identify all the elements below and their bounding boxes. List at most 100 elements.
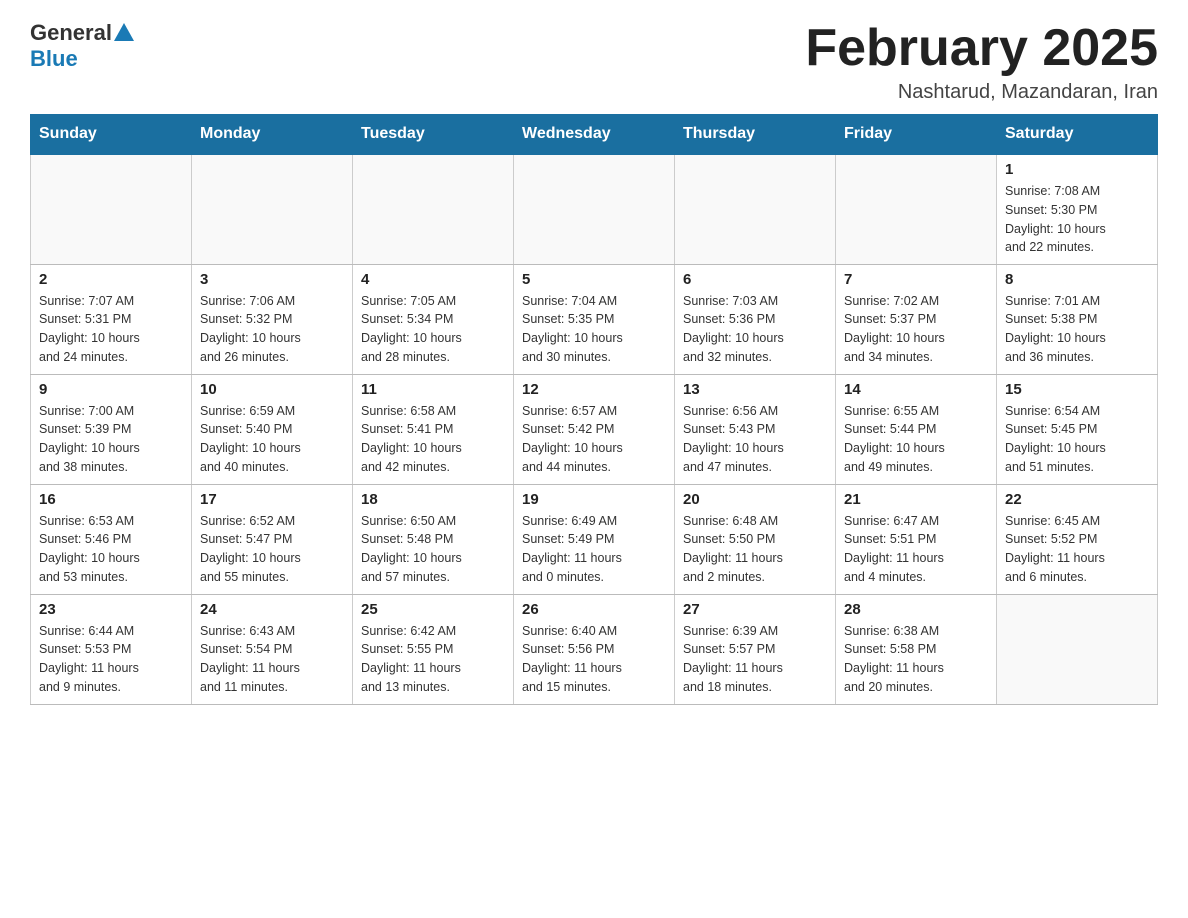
calendar-header-row: SundayMondayTuesdayWednesdayThursdayFrid… [31,115,1158,155]
day-info: Sunrise: 6:47 AM Sunset: 5:51 PM Dayligh… [844,512,988,587]
day-of-week-header: Friday [836,115,997,155]
day-number: 23 [39,601,183,618]
calendar-week-row: 2 Sunrise: 7:07 AM Sunset: 5:31 PM Daylig… [31,264,1158,374]
calendar-day-cell: 13Sunrise: 6:56 AM Sunset: 5:43 PM Dayli… [675,374,836,484]
day-number: 9 [39,381,183,398]
logo: General Blue [30,20,134,72]
month-title: February 2025 [805,20,1158,77]
calendar-day-cell [31,154,192,264]
day-number: 10 [200,381,344,398]
calendar-day-cell: 7 Sunrise: 7:02 AM Sunset: 5:37 PM Daylig… [836,264,997,374]
logo-triangle-icon [114,23,134,41]
calendar-table: SundayMondayTuesdayWednesdayThursdayFrid… [30,114,1158,705]
day-number: 22 [1005,491,1149,508]
calendar-day-cell: 3 Sunrise: 7:06 AM Sunset: 5:32 PM Daylig… [192,264,353,374]
day-number: 28 [844,601,988,618]
calendar-day-cell: 2 Sunrise: 7:07 AM Sunset: 5:31 PM Daylig… [31,264,192,374]
day-info: Sunrise: 6:42 AM Sunset: 5:55 PM Dayligh… [361,622,505,697]
day-info: Sunrise: 6:52 AM Sunset: 5:47 PM Dayligh… [200,512,344,587]
day-number: 2 [39,271,183,288]
day-of-week-header: Thursday [675,115,836,155]
day-number: 13 [683,381,827,398]
day-info: Sunrise: 6:43 AM Sunset: 5:54 PM Dayligh… [200,622,344,697]
calendar-day-cell [675,154,836,264]
day-number: 17 [200,491,344,508]
day-info: Sunrise: 6:39 AM Sunset: 5:57 PM Dayligh… [683,622,827,697]
calendar-day-cell: 25Sunrise: 6:42 AM Sunset: 5:55 PM Dayli… [353,594,514,704]
day-number: 4 [361,271,505,288]
day-info: Sunrise: 7:06 AM Sunset: 5:32 PM Dayligh… [200,292,344,367]
page-header: General Blue February 2025 Nashtarud, Ma… [30,20,1158,104]
day-number: 19 [522,491,666,508]
calendar-day-cell: 17 Sunrise: 6:52 AM Sunset: 5:47 PM Dayli… [192,484,353,594]
day-info: Sunrise: 6:53 AM Sunset: 5:46 PM Dayligh… [39,512,183,587]
day-info: Sunrise: 7:08 AM Sunset: 5:30 PM Dayligh… [1005,182,1149,257]
day-number: 26 [522,601,666,618]
day-of-week-header: Wednesday [514,115,675,155]
day-number: 15 [1005,381,1149,398]
day-info: Sunrise: 6:57 AM Sunset: 5:42 PM Dayligh… [522,402,666,477]
day-info: Sunrise: 6:48 AM Sunset: 5:50 PM Dayligh… [683,512,827,587]
day-number: 11 [361,381,505,398]
day-info: Sunrise: 7:01 AM Sunset: 5:38 PM Dayligh… [1005,292,1149,367]
day-number: 16 [39,491,183,508]
calendar-day-cell: 9 Sunrise: 7:00 AM Sunset: 5:39 PM Daylig… [31,374,192,484]
day-info: Sunrise: 7:07 AM Sunset: 5:31 PM Dayligh… [39,292,183,367]
calendar-day-cell [192,154,353,264]
day-info: Sunrise: 6:58 AM Sunset: 5:41 PM Dayligh… [361,402,505,477]
day-of-week-header: Monday [192,115,353,155]
calendar-day-cell: 27 Sunrise: 6:39 AM Sunset: 5:57 PM Dayli… [675,594,836,704]
day-info: Sunrise: 6:55 AM Sunset: 5:44 PM Dayligh… [844,402,988,477]
logo-general-text: General [30,20,112,46]
calendar-day-cell: 4 Sunrise: 7:05 AM Sunset: 5:34 PM Daylig… [353,264,514,374]
day-number: 24 [200,601,344,618]
day-info: Sunrise: 7:02 AM Sunset: 5:37 PM Dayligh… [844,292,988,367]
calendar-day-cell [997,594,1158,704]
day-number: 3 [200,271,344,288]
calendar-day-cell: 12 Sunrise: 6:57 AM Sunset: 5:42 PM Dayli… [514,374,675,484]
day-number: 27 [683,601,827,618]
day-of-week-header: Saturday [997,115,1158,155]
calendar-day-cell: 19 Sunrise: 6:49 AM Sunset: 5:49 PM Dayli… [514,484,675,594]
calendar-day-cell: 26 Sunrise: 6:40 AM Sunset: 5:56 PM Dayli… [514,594,675,704]
day-number: 1 [1005,161,1149,178]
day-info: Sunrise: 7:05 AM Sunset: 5:34 PM Dayligh… [361,292,505,367]
day-number: 12 [522,381,666,398]
calendar-day-cell: 28 Sunrise: 6:38 AM Sunset: 5:58 PM Dayli… [836,594,997,704]
day-info: Sunrise: 7:04 AM Sunset: 5:35 PM Dayligh… [522,292,666,367]
calendar-day-cell: 23 Sunrise: 6:44 AM Sunset: 5:53 PM Dayli… [31,594,192,704]
day-of-week-header: Tuesday [353,115,514,155]
calendar-day-cell: 5Sunrise: 7:04 AM Sunset: 5:35 PM Daylig… [514,264,675,374]
day-info: Sunrise: 6:49 AM Sunset: 5:49 PM Dayligh… [522,512,666,587]
day-info: Sunrise: 6:50 AM Sunset: 5:48 PM Dayligh… [361,512,505,587]
day-number: 20 [683,491,827,508]
calendar-day-cell: 11 Sunrise: 6:58 AM Sunset: 5:41 PM Dayli… [353,374,514,484]
day-info: Sunrise: 6:59 AM Sunset: 5:40 PM Dayligh… [200,402,344,477]
calendar-day-cell [836,154,997,264]
calendar-day-cell: 6 Sunrise: 7:03 AM Sunset: 5:36 PM Daylig… [675,264,836,374]
day-info: Sunrise: 6:38 AM Sunset: 5:58 PM Dayligh… [844,622,988,697]
day-info: Sunrise: 7:03 AM Sunset: 5:36 PM Dayligh… [683,292,827,367]
location-subtitle: Nashtarud, Mazandaran, Iran [805,81,1158,104]
day-number: 21 [844,491,988,508]
day-number: 18 [361,491,505,508]
calendar-day-cell: 24 Sunrise: 6:43 AM Sunset: 5:54 PM Dayli… [192,594,353,704]
calendar-day-cell: 21 Sunrise: 6:47 AM Sunset: 5:51 PM Dayli… [836,484,997,594]
day-of-week-header: Sunday [31,115,192,155]
calendar-day-cell: 18 Sunrise: 6:50 AM Sunset: 5:48 PM Dayli… [353,484,514,594]
day-number: 6 [683,271,827,288]
calendar-week-row: 1 Sunrise: 7:08 AM Sunset: 5:30 PM Daylig… [31,154,1158,264]
logo-text: General [30,20,134,46]
day-info: Sunrise: 7:00 AM Sunset: 5:39 PM Dayligh… [39,402,183,477]
day-number: 7 [844,271,988,288]
day-number: 14 [844,381,988,398]
calendar-day-cell: 1 Sunrise: 7:08 AM Sunset: 5:30 PM Daylig… [997,154,1158,264]
day-info: Sunrise: 6:54 AM Sunset: 5:45 PM Dayligh… [1005,402,1149,477]
calendar-day-cell: 10 Sunrise: 6:59 AM Sunset: 5:40 PM Dayli… [192,374,353,484]
calendar-day-cell: 20 Sunrise: 6:48 AM Sunset: 5:50 PM Dayli… [675,484,836,594]
calendar-day-cell: 22Sunrise: 6:45 AM Sunset: 5:52 PM Dayli… [997,484,1158,594]
logo-blue-text: Blue [30,46,78,72]
calendar-day-cell: 16 Sunrise: 6:53 AM Sunset: 5:46 PM Dayli… [31,484,192,594]
day-info: Sunrise: 6:44 AM Sunset: 5:53 PM Dayligh… [39,622,183,697]
day-info: Sunrise: 6:40 AM Sunset: 5:56 PM Dayligh… [522,622,666,697]
